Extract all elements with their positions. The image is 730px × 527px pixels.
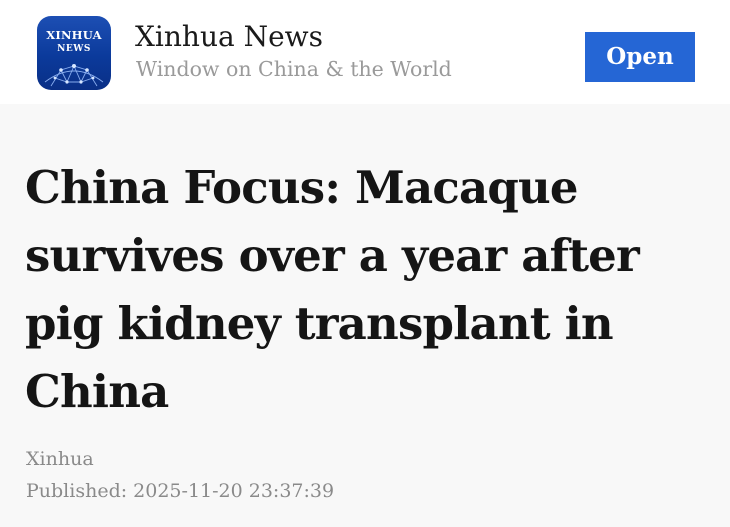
app-download-banner: XINHUA NEWS Xinhua News Window on China …	[0, 0, 730, 104]
app-tagline: Window on China & the World	[136, 57, 452, 81]
xinhua-news-logo[interactable]: XINHUA NEWS	[37, 16, 111, 90]
article-headline: China Focus: Macaque survives over a yea…	[25, 161, 640, 418]
app-name: Xinhua News	[135, 20, 323, 53]
article-source: Xinhua	[26, 448, 94, 470]
article-published-timestamp: Published: 2025-11-20 23:37:39	[26, 480, 335, 502]
open-app-button[interactable]: Open	[585, 32, 695, 82]
globe-network-icon	[44, 64, 104, 87]
